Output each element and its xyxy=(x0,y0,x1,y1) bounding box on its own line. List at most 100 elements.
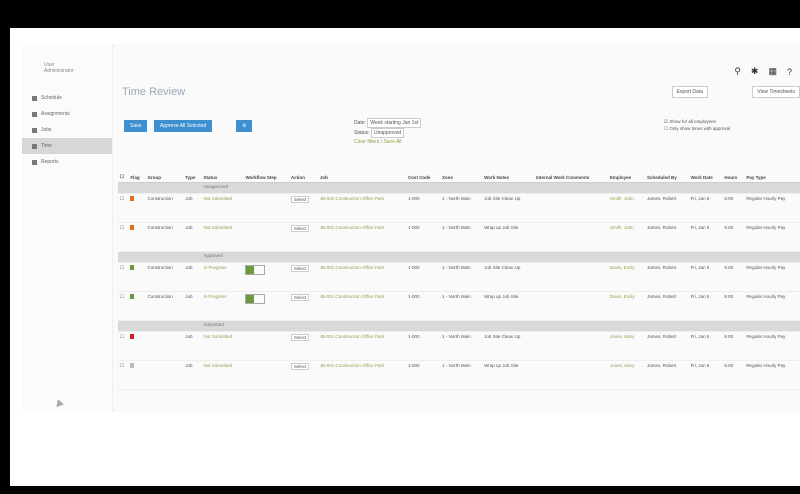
group-row[interactable]: Approved xyxy=(118,251,800,263)
workflow-toggle[interactable] xyxy=(245,265,266,275)
flag-cell[interactable] xyxy=(128,331,146,361)
cell-action[interactable]: Select xyxy=(288,222,318,252)
column-header[interactable]: Status xyxy=(201,160,244,183)
action-select[interactable]: Select xyxy=(290,265,310,272)
row-checkbox[interactable]: ☐ xyxy=(118,262,129,292)
sidebar-item-time[interactable]: Time xyxy=(22,138,112,154)
column-header[interactable]: Action xyxy=(288,160,318,183)
approve-all-button[interactable]: Approve All Selected xyxy=(154,120,213,132)
cell-action[interactable]: Select xyxy=(288,262,318,292)
sidebar-item-jobs[interactable]: Jobs xyxy=(22,122,112,138)
column-header[interactable]: Internal Work Comments xyxy=(534,160,608,183)
cell-job[interactable]: JB-001 Construction Office Park xyxy=(317,222,406,252)
flag-cell[interactable] xyxy=(128,262,146,292)
cell-employee[interactable]: Jones, Mary xyxy=(607,331,645,361)
settings-button[interactable]: ⚙ xyxy=(236,120,253,132)
export-button[interactable]: Export Data xyxy=(671,86,708,98)
cell-status: Not Submitted xyxy=(201,331,244,361)
sidebar-item-schedule[interactable]: Schedule xyxy=(22,90,112,106)
cell-wf xyxy=(243,262,289,292)
view-timesheets-dropdown[interactable]: View Timesheets xyxy=(752,86,800,98)
row-checkbox[interactable]: ☐ xyxy=(118,193,129,223)
flag-cell[interactable] xyxy=(128,360,146,390)
column-header[interactable]: Zone xyxy=(440,160,483,183)
workflow-toggle[interactable] xyxy=(245,294,266,304)
cell-employee[interactable]: Jones, Mary xyxy=(607,360,645,390)
search-icon[interactable]: ⚲ xyxy=(734,66,741,77)
cell-type: Job xyxy=(183,193,202,223)
sidebar-item-assignments[interactable]: Assignments xyxy=(22,106,112,122)
cell-employee[interactable]: Smith, John xyxy=(607,193,645,223)
select-all-checkbox[interactable]: ☐ xyxy=(118,160,129,183)
cell-action[interactable]: Select xyxy=(288,360,318,390)
column-header[interactable]: Pay Type xyxy=(744,160,800,183)
row-checkbox[interactable]: ☐ xyxy=(118,360,129,390)
cell-job[interactable]: JB-001 Construction Office Park xyxy=(317,331,406,361)
flag-icon[interactable] xyxy=(130,334,135,339)
checkbox-icon[interactable]: ☐ xyxy=(664,126,668,131)
table-row[interactable]: ☐ Job Not Submitted Select JB-001 Constructi… xyxy=(118,331,800,361)
cell-cost: 1-000 xyxy=(405,222,441,252)
action-select[interactable]: Select xyxy=(290,225,310,232)
column-header[interactable]: Scheduled By xyxy=(644,160,689,183)
cell-action[interactable]: Select xyxy=(288,291,318,321)
column-header[interactable]: Work Notes xyxy=(482,160,535,183)
row-checkbox[interactable]: ☐ xyxy=(118,291,129,321)
cell-job[interactable]: JB-001 Construction Office Park xyxy=(317,360,406,390)
flag-icon[interactable] xyxy=(130,294,135,299)
action-select[interactable]: Select xyxy=(290,363,310,370)
column-header[interactable]: Type xyxy=(183,160,202,183)
column-header[interactable]: Group xyxy=(145,160,184,183)
filters: Date: Week starting Jan 1st Status: Unap… xyxy=(354,118,422,146)
flag-icon[interactable] xyxy=(130,196,135,201)
group-row[interactable]: Submitted xyxy=(118,320,800,332)
column-header[interactable]: Hours xyxy=(722,160,745,183)
cell-group xyxy=(145,360,184,390)
status-filter-select[interactable]: Unapproved xyxy=(370,128,405,138)
column-header[interactable]: Flag xyxy=(128,160,146,183)
cell-employee[interactable]: Davis, Emily xyxy=(607,262,645,292)
cell-action[interactable]: Select xyxy=(288,193,318,223)
flag-icon[interactable] xyxy=(130,225,135,230)
column-header[interactable]: Employee xyxy=(607,160,645,183)
column-header[interactable]: Work Date xyxy=(688,160,723,183)
column-header[interactable]: Job xyxy=(317,160,406,183)
table-row[interactable]: ☐ Construction Job In Progress Select JB-001 … xyxy=(118,262,800,292)
help-icon[interactable]: ? xyxy=(787,67,792,77)
table-row[interactable]: ☐ Construction Job In Progress Select JB-001 … xyxy=(118,291,800,321)
column-header[interactable]: Workflow Step xyxy=(243,160,289,183)
column-header[interactable]: Cost Code xyxy=(405,160,441,183)
table-row[interactable]: ☐ Job Not Submitted Select JB-001 Constructi… xyxy=(118,360,800,390)
user-info[interactable]: User Administrator xyxy=(44,62,73,74)
cell-employee[interactable]: Davis, Emily xyxy=(607,291,645,321)
save-button[interactable]: Save xyxy=(124,120,148,132)
cell-employee[interactable]: Smith, John xyxy=(607,222,645,252)
table-row[interactable]: ☐ Construction Job Not Submitted Select JB-00… xyxy=(118,193,800,223)
flag-cell[interactable] xyxy=(128,193,146,223)
table-row[interactable]: ☐ Construction Job Not Submitted Select JB-00… xyxy=(118,222,800,252)
row-checkbox[interactable]: ☐ xyxy=(118,222,129,252)
clear-filters-link[interactable]: Clear filters / Save All xyxy=(354,138,421,146)
group-row[interactable]: Unapproved xyxy=(118,182,800,194)
sidebar-item-reports[interactable]: Reports xyxy=(22,154,112,170)
row-checkbox[interactable]: ☐ xyxy=(118,331,129,361)
cell-job[interactable]: JB-001 Construction Office Park xyxy=(317,193,406,223)
cell-action[interactable]: Select xyxy=(288,331,318,361)
checkbox-icon[interactable]: ☑ xyxy=(664,119,668,124)
date-filter-select[interactable]: Week starting Jan 1st xyxy=(367,118,422,128)
action-select[interactable]: Select xyxy=(290,294,310,301)
action-select[interactable]: Select xyxy=(290,196,310,203)
cell-hours: 8.00 xyxy=(722,193,745,223)
settings-icon[interactable]: ✱ xyxy=(751,66,759,77)
cell-date: Fri, Jan 5 xyxy=(688,262,723,292)
cell-date: Fri, Jan 5 xyxy=(688,193,723,223)
grid-icon[interactable]: ▦ xyxy=(768,66,777,77)
action-select[interactable]: Select xyxy=(290,334,310,341)
flag-icon[interactable] xyxy=(130,363,135,368)
cell-notes: Wrap up Job Site xyxy=(482,291,535,321)
flag-cell[interactable] xyxy=(128,222,146,252)
cell-job[interactable]: JB-001 Construction Office Park xyxy=(317,291,406,321)
cell-job[interactable]: JB-001 Construction Office Park xyxy=(317,262,406,292)
flag-icon[interactable] xyxy=(130,265,135,270)
flag-cell[interactable] xyxy=(128,291,146,321)
